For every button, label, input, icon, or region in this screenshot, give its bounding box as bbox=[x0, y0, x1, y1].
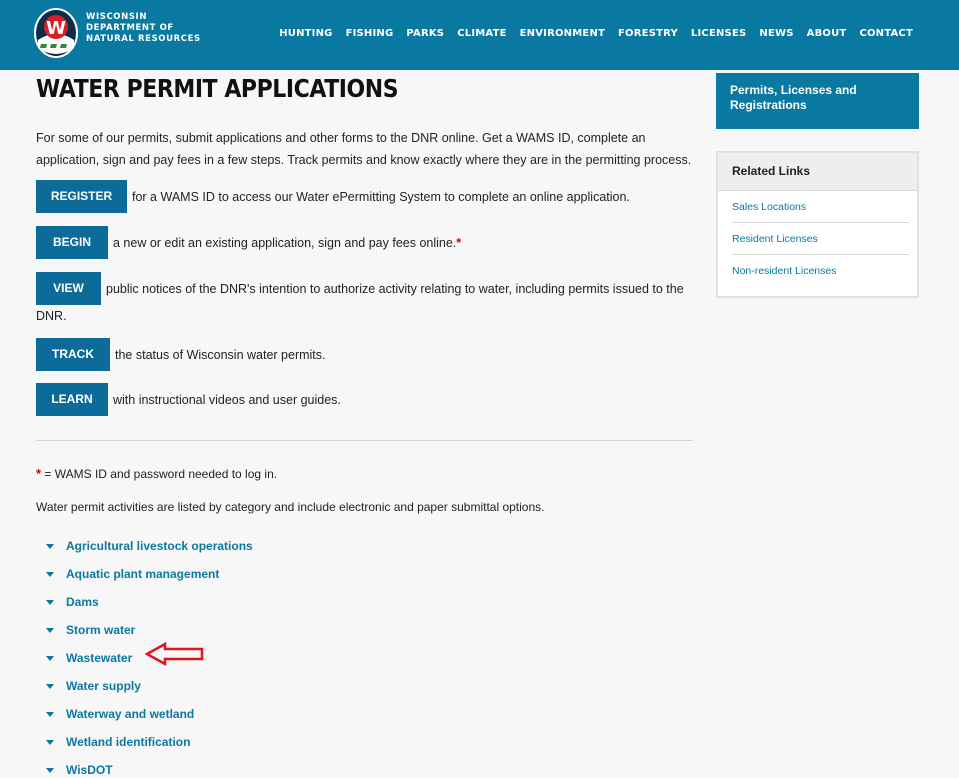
nav-licenses[interactable]: LICENSES bbox=[691, 28, 746, 39]
agency-name: WISCONSIN DEPARTMENT OF NATURAL RESOURCE… bbox=[86, 12, 201, 45]
list-item: Sales Locations bbox=[732, 191, 909, 223]
nav-fishing[interactable]: FISHING bbox=[346, 28, 394, 39]
nav-hunting[interactable]: HUNTING bbox=[279, 28, 332, 39]
caret-down-icon[interactable] bbox=[46, 767, 54, 773]
section-divider bbox=[36, 440, 693, 441]
caret-down-icon[interactable] bbox=[46, 655, 54, 661]
related-links-list: Sales Locations Resident Licenses Non-re… bbox=[718, 191, 917, 287]
list-item: Aquatic plant management bbox=[46, 560, 253, 588]
link-sales-locations[interactable]: Sales Locations bbox=[732, 201, 806, 213]
intro-paragraph: For some of our permits, submit applicat… bbox=[36, 131, 692, 167]
action-learn-row: LEARN with instructional videos and user… bbox=[36, 383, 341, 416]
action-track-row: TRACK the status of Wisconsin water perm… bbox=[36, 338, 326, 371]
logo-letter: W bbox=[46, 18, 66, 39]
nav-forestry[interactable]: FORESTRY bbox=[618, 28, 678, 39]
category-wetland-identification[interactable]: Wetland identification bbox=[66, 735, 190, 749]
nav-contact[interactable]: CONTACT bbox=[859, 28, 913, 39]
agency-line-2: DEPARTMENT OF bbox=[86, 23, 174, 33]
begin-description: a new or edit an existing application, s… bbox=[113, 236, 461, 250]
nav-about[interactable]: ABOUT bbox=[807, 28, 847, 39]
learn-button[interactable]: LEARN bbox=[36, 383, 108, 416]
list-item: Non-resident Licenses bbox=[732, 255, 909, 287]
category-agricultural-livestock[interactable]: Agricultural livestock operations bbox=[66, 539, 253, 553]
list-item: Wetland identification bbox=[46, 728, 253, 756]
red-arrow-icon bbox=[144, 641, 204, 667]
site-header: W WISCONSIN DEPARTMENT OF NATURAL RESOUR… bbox=[0, 0, 959, 70]
category-waterway-wetland[interactable]: Waterway and wetland bbox=[66, 707, 194, 721]
register-button[interactable]: REGISTER bbox=[36, 180, 127, 213]
list-item: WisDOT bbox=[46, 756, 253, 778]
list-item: Agricultural livestock operations bbox=[46, 532, 253, 560]
list-item: Waterway and wetland bbox=[46, 700, 253, 728]
related-links-panel: Related Links Sales Locations Resident L… bbox=[716, 151, 919, 298]
nav-environment[interactable]: ENVIRONMENT bbox=[520, 28, 605, 39]
nav-news[interactable]: NEWS bbox=[759, 28, 793, 39]
agency-line-3: NATURAL RESOURCES bbox=[86, 34, 201, 44]
caret-down-icon[interactable] bbox=[46, 627, 54, 633]
agency-line-1: WISCONSIN bbox=[86, 12, 148, 22]
caret-down-icon[interactable] bbox=[46, 683, 54, 689]
category-water-supply[interactable]: Water supply bbox=[66, 679, 141, 693]
list-item: Storm water bbox=[46, 616, 253, 644]
action-view-row: VIEW public notices of the DNR's intenti… bbox=[36, 272, 684, 305]
nav-climate[interactable]: CLIMATE bbox=[457, 28, 506, 39]
category-storm-water[interactable]: Storm water bbox=[66, 623, 135, 637]
category-wisdot[interactable]: WisDOT bbox=[66, 763, 113, 777]
required-marker: * bbox=[456, 235, 462, 250]
caret-down-icon[interactable] bbox=[46, 543, 54, 549]
track-button[interactable]: TRACK bbox=[36, 338, 110, 371]
page-title: WATER PERMIT APPLICATIONS bbox=[36, 74, 399, 103]
view-description: public notices of the DNR's intention to… bbox=[106, 281, 684, 296]
nav-parks[interactable]: PARKS bbox=[406, 28, 444, 39]
footnote: * = WAMS ID and password needed to log i… bbox=[36, 466, 277, 481]
list-item: Dams bbox=[46, 588, 253, 616]
categories-intro: Water permit activities are listed by ca… bbox=[36, 500, 545, 514]
begin-button[interactable]: BEGIN bbox=[36, 226, 108, 259]
learn-description: with instructional videos and user guide… bbox=[113, 392, 341, 407]
list-item: Resident Licenses bbox=[732, 223, 909, 255]
register-description: for a WAMS ID to access our Water ePermi… bbox=[132, 189, 630, 204]
action-begin-row: BEGIN a new or edit an existing applicat… bbox=[36, 226, 461, 259]
link-nonresident-licenses[interactable]: Non-resident Licenses bbox=[732, 265, 836, 277]
category-aquatic-plant[interactable]: Aquatic plant management bbox=[66, 567, 219, 581]
caret-down-icon[interactable] bbox=[46, 571, 54, 577]
sidebar-section-title[interactable]: Permits, Licenses and Registrations bbox=[716, 73, 919, 129]
footnote-text: = WAMS ID and password needed to log in. bbox=[41, 467, 278, 481]
view-button[interactable]: VIEW bbox=[36, 272, 101, 305]
related-links-heading: Related Links bbox=[718, 153, 917, 191]
begin-text: a new or edit an existing application, s… bbox=[113, 235, 457, 250]
track-description: the status of Wisconsin water permits. bbox=[115, 347, 326, 362]
category-dams[interactable]: Dams bbox=[66, 595, 99, 609]
list-item: Water supply bbox=[46, 672, 253, 700]
link-resident-licenses[interactable]: Resident Licenses bbox=[732, 233, 818, 245]
dnr-logo[interactable]: W bbox=[34, 8, 78, 58]
view-description-continued: DNR. bbox=[36, 309, 67, 323]
caret-down-icon[interactable] bbox=[46, 739, 54, 745]
caret-down-icon[interactable] bbox=[46, 599, 54, 605]
action-register-row: REGISTER for a WAMS ID to access our Wat… bbox=[36, 180, 630, 213]
main-nav: HUNTING FISHING PARKS CLIMATE ENVIRONMEN… bbox=[279, 28, 913, 39]
category-wastewater[interactable]: Wastewater bbox=[66, 651, 132, 665]
caret-down-icon[interactable] bbox=[46, 711, 54, 717]
